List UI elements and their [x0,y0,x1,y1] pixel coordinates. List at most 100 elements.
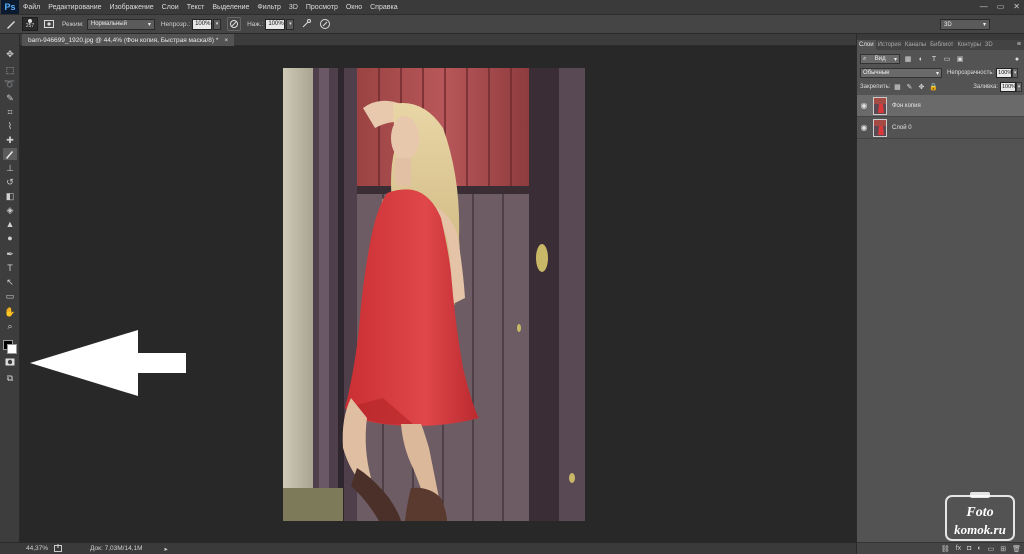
status-menu-arrow-icon[interactable]: ▸ [165,545,168,553]
fill-label: Заливка: [973,84,998,90]
menu-view[interactable]: Просмотр [302,4,342,11]
canvas-area[interactable] [20,46,856,542]
pen-tool-icon[interactable]: ✒ [3,248,17,260]
minimize-icon[interactable]: — [980,2,988,11]
screen-mode-icon[interactable]: ⧉ [3,372,17,384]
brush-panel-icon[interactable] [42,17,56,31]
eyedropper-tool-icon[interactable]: ⌇ [3,120,17,132]
opacity-slider-toggle[interactable]: ▾ [213,18,222,30]
lock-pixels-icon[interactable]: ✎ [904,82,914,92]
layer-row-background-copy[interactable]: ◉ Фон копия [857,95,1024,117]
adjustment-filter-icon[interactable]: ◐ [916,54,926,64]
lock-all-icon[interactable]: 🔒 [928,82,938,92]
lasso-tool-icon[interactable]: ➰ [3,78,17,90]
background-color-swatch[interactable] [7,344,17,354]
fill-field[interactable]: 100% [1000,82,1016,92]
type-filter-icon[interactable]: T [929,54,939,64]
brush-tool-icon[interactable] [3,148,17,160]
quick-mask-icon[interactable] [3,356,17,368]
filter-toggle-icon[interactable]: ● [1012,54,1022,64]
layer-row-layer-0[interactable]: ◉ Слой 0 [857,117,1024,139]
type-tool-icon[interactable]: T [3,262,17,274]
clone-stamp-tool-icon[interactable]: ⊥ [3,162,17,174]
workspace-select[interactable]: 3D ▾ [940,19,990,30]
document-tab-bar: barn-946699_1920.jpg @ 44,4% (Фон копия,… [20,34,856,46]
tab-paths[interactable]: Контуры [955,40,983,50]
brush-tool-icon[interactable] [4,17,18,31]
menu-edit[interactable]: Редактирование [44,4,105,11]
menu-file[interactable]: Файл [19,4,44,11]
close-tab-icon[interactable]: × [224,37,228,44]
layers-panel: Слои История Каналы Библиот Контуры 3D ≡… [856,34,1024,554]
eraser-tool-icon[interactable]: ◧ [3,190,17,202]
new-layer-icon[interactable]: ⊞ [1000,545,1006,553]
mode-select[interactable]: Нормальный ▾ [86,18,155,30]
layer-opacity-label: Непрозрачность: [947,70,995,76]
adjustment-icon[interactable]: ◐ [977,545,981,552]
layer-kind-select[interactable]: ⌕ Вид ▾ [860,54,900,64]
tab-history[interactable]: История [876,40,903,50]
blend-mode-select[interactable]: Обычные ▾ [860,68,942,78]
options-bar: 257 Режим: Нормальный ▾ Непрозр.: 100% ▾… [0,14,1024,34]
panel-menu-icon[interactable]: ≡ [1017,40,1021,50]
layer-opacity-toggle[interactable]: ▾ [1012,68,1019,78]
history-brush-tool-icon[interactable]: ↺ [3,176,17,188]
pressure-size-icon[interactable] [318,17,332,31]
blend-mode-value: Обычные [863,70,890,76]
zoom-tool-icon[interactable]: ⌕ [3,320,17,332]
brush-preset-picker[interactable]: 257 [22,17,38,31]
flow-label: Наж.: [247,20,264,28]
crop-tool-icon[interactable]: ⌗ [3,106,17,118]
lock-position-icon[interactable]: ✥ [916,82,926,92]
menu-type[interactable]: Текст [183,4,209,11]
menu-window[interactable]: Окно [342,4,366,11]
paint-bucket-tool-icon[interactable]: ◈ [3,204,17,216]
menu-filter[interactable]: Фильтр [253,4,285,11]
move-tool-icon[interactable]: ✥ [3,48,17,60]
opacity-field[interactable]: 100% [192,18,213,30]
marquee-tool-icon[interactable]: ⬚ [3,64,17,76]
tab-channels[interactable]: Каналы [903,40,928,50]
menu-3d[interactable]: 3D [285,4,302,11]
document-tab[interactable]: barn-946699_1920.jpg @ 44,4% (Фон копия,… [22,34,235,46]
fx-icon[interactable]: fx [956,545,961,552]
export-icon[interactable] [54,543,63,554]
tab-layers[interactable]: Слои [857,40,876,50]
link-icon[interactable]: ⛓ [941,545,950,553]
tab-library[interactable]: Библиот [928,40,955,50]
flow-slider-toggle[interactable]: ▾ [286,18,295,30]
blend-row: Обычные ▾ Непрозрачность: 100% ▾ [860,67,1022,79]
fotokomok-watermark-logo: Foto komok.ru [945,492,1015,541]
close-icon[interactable]: ✕ [1013,2,1020,11]
airbrush-icon[interactable] [300,17,314,31]
pressure-opacity-button[interactable] [227,17,242,31]
visibility-eye-icon[interactable]: ◉ [857,123,871,132]
zoom-level[interactable]: 44,37% [26,545,48,552]
mask-icon[interactable]: ◘ [967,545,971,552]
trash-icon[interactable]: 🗑 [1012,545,1021,553]
menu-help[interactable]: Справка [366,4,401,11]
dodge-tool-icon[interactable]: ● [3,232,17,244]
shape-tool-icon[interactable]: ▭ [3,290,17,302]
menu-image[interactable]: Изображение [106,4,158,11]
lock-transparency-icon[interactable]: ▦ [892,82,902,92]
smart-object-filter-icon[interactable]: ▣ [955,54,965,64]
quick-select-tool-icon[interactable]: ✎ [3,92,17,104]
layer-opacity-field[interactable]: 100% [996,68,1012,78]
chevron-down-icon: ▾ [982,22,986,28]
maximize-icon[interactable]: ▭ [997,2,1005,11]
menu-select[interactable]: Выделение [208,4,253,11]
pixel-filter-icon[interactable]: ▦ [903,54,913,64]
healing-brush-tool-icon[interactable]: ✚ [3,134,17,146]
group-icon[interactable]: ▭ [988,545,995,553]
tab-3d[interactable]: 3D [983,40,995,50]
path-select-tool-icon[interactable]: ↖ [3,276,17,288]
flow-field[interactable]: 100% [265,18,286,30]
shape-filter-icon[interactable]: ▭ [942,54,952,64]
visibility-eye-icon[interactable]: ◉ [857,101,871,110]
fill-toggle[interactable]: ▾ [1016,82,1022,92]
hand-tool-icon[interactable]: ✋ [3,306,17,318]
blur-tool-icon[interactable]: ▲ [3,218,17,230]
menu-layers[interactable]: Слои [158,4,183,11]
document-image[interactable] [283,68,585,521]
